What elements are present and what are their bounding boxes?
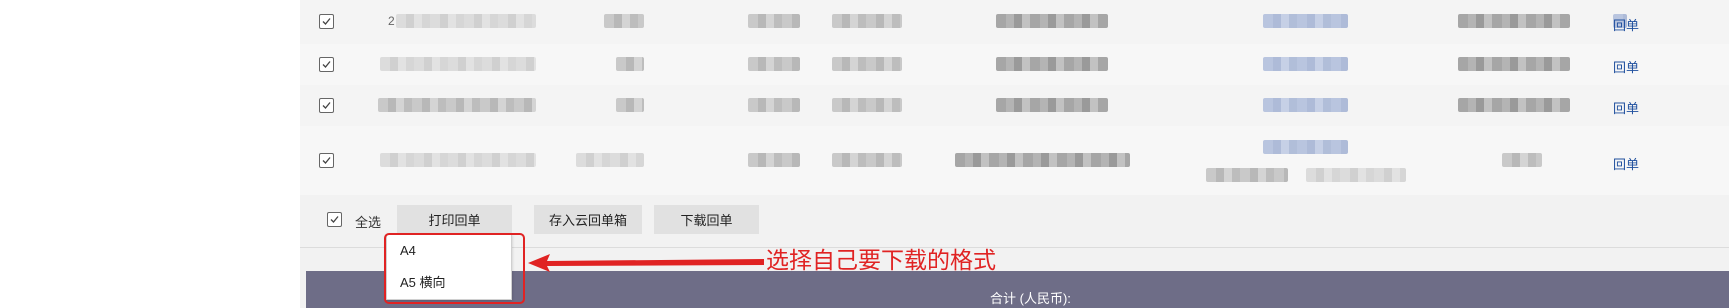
select-all-checkbox[interactable] (327, 212, 342, 227)
checkbox-checked-icon (322, 157, 331, 164)
row-checkbox[interactable] (319, 98, 334, 113)
redacted-cell (396, 14, 536, 28)
redacted-cell (616, 98, 644, 112)
redacted-cell (996, 98, 1108, 112)
redacted-cell (1263, 57, 1348, 71)
select-all-label: 全选 (355, 215, 382, 230)
table-row: 回单 (300, 85, 1729, 127)
row-checkbox[interactable] (319, 153, 334, 168)
row-checkbox[interactable] (319, 14, 334, 29)
checkbox-checked-icon (322, 18, 331, 25)
redacted-cell (1502, 153, 1542, 167)
redacted-cell (378, 98, 536, 112)
row-checkbox[interactable] (319, 57, 334, 72)
redacted-cell (380, 57, 536, 71)
total-label: 合计 (人民币): (990, 291, 1071, 306)
table-row: 回单 (300, 126, 1729, 196)
redacted-cell (748, 57, 800, 71)
redacted-cell (832, 14, 902, 28)
redacted-char: 2 (388, 14, 395, 28)
redacted-cell (748, 98, 800, 112)
receipt-link[interactable]: 回单 (1613, 57, 1639, 76)
print-receipt-button[interactable]: 打印回单 (397, 205, 512, 234)
redacted-cell (576, 153, 644, 167)
redacted-cell (1263, 98, 1348, 112)
checkbox-checked-icon (322, 102, 331, 109)
table-row: 2 回单 (300, 0, 1729, 45)
redacted-cell (1206, 168, 1288, 182)
redacted-cell (955, 153, 1130, 167)
format-option-a4[interactable]: A4 (400, 243, 416, 258)
redacted-cell (1263, 14, 1348, 28)
redacted-cell (996, 57, 1108, 71)
total-footer: 合计 (人民币): (306, 271, 1729, 308)
redacted-cell (380, 153, 536, 167)
save-to-cloud-button[interactable]: 存入云回单箱 (534, 205, 642, 234)
checkbox-checked-icon (330, 216, 339, 223)
print-format-dropdown: A4 A5 横向 (386, 234, 512, 300)
redacted-cell (616, 57, 644, 71)
redacted-cell (832, 98, 902, 112)
download-receipt-button[interactable]: 下载回单 (654, 205, 759, 234)
table-row: 回单 (300, 44, 1729, 86)
redacted-cell (1458, 14, 1570, 28)
redacted-cell (604, 14, 644, 28)
annotation-text: 选择自己要下载的格式 (766, 248, 996, 274)
format-option-a5-landscape[interactable]: A5 横向 (400, 272, 446, 291)
receipt-link[interactable]: 回单 (1613, 98, 1639, 117)
redacted-cell (748, 153, 800, 167)
receipt-table: 2 回单 回单 回单 回单 全选 打印回单 存入云回单箱 下载回单 合计 (人民… (300, 0, 1729, 308)
redacted-cell (832, 153, 902, 167)
redacted-cell (1458, 98, 1570, 112)
action-toolbar: 全选 打印回单 存入云回单箱 下载回单 (300, 195, 1729, 248)
redacted-cell (1458, 57, 1570, 71)
receipt-link[interactable]: 回单 (1613, 15, 1639, 34)
receipt-link[interactable]: 回单 (1613, 154, 1639, 173)
redacted-cell (1306, 168, 1406, 182)
arrow-left-icon (528, 254, 764, 272)
redacted-cell (748, 14, 800, 28)
checkbox-checked-icon (322, 61, 331, 68)
redacted-cell (832, 57, 902, 71)
redacted-cell (1263, 140, 1348, 154)
redacted-cell (996, 14, 1108, 28)
